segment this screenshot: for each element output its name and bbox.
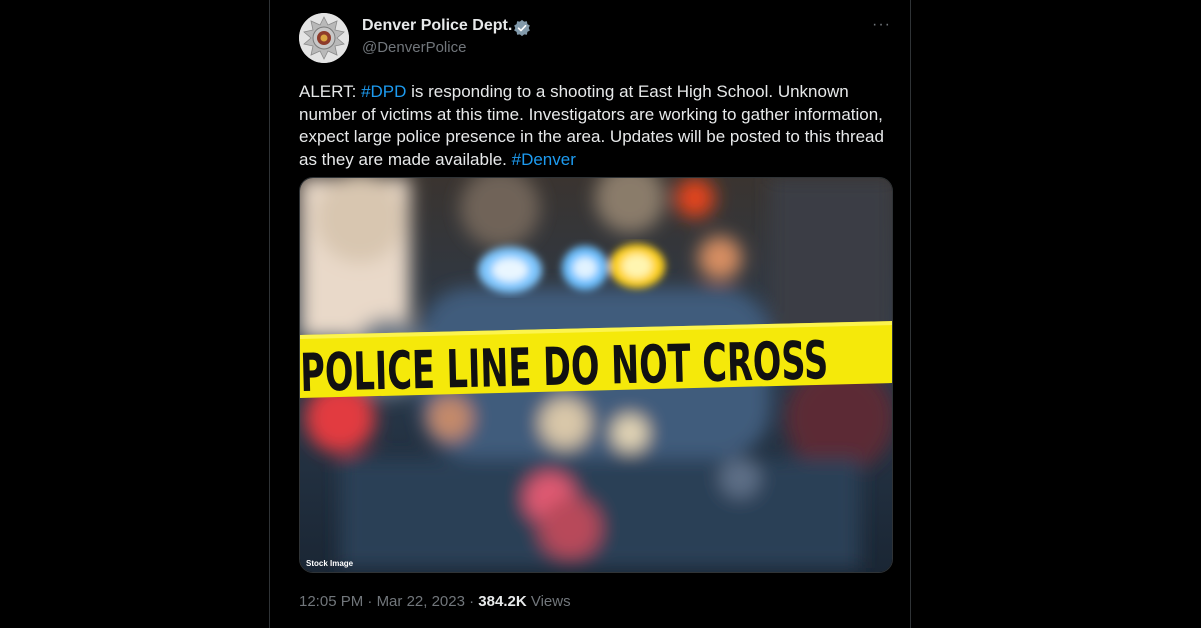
hashtag-link[interactable]: #DPD bbox=[361, 82, 406, 101]
author-display-name[interactable]: Denver Police Dept. bbox=[362, 17, 512, 35]
tweet-metadata: 12:05 PM · Mar 22, 2023 · 384.2K Views bbox=[299, 593, 571, 610]
timeline-left-border bbox=[269, 0, 270, 628]
more-options-button[interactable]: ··· bbox=[872, 16, 891, 34]
views-label: Views bbox=[530, 593, 571, 610]
meta-separator: · bbox=[367, 593, 373, 610]
police-tape-photo: POLICE LINE DO NOT CROSS bbox=[300, 178, 892, 572]
timeline-right-border bbox=[910, 0, 911, 628]
tweet-media-image[interactable]: POLICE LINE DO NOT CROSS Stock Image bbox=[299, 177, 893, 573]
views-count: 384.2K bbox=[478, 593, 527, 610]
avatar[interactable] bbox=[299, 13, 349, 63]
police-badge-icon bbox=[299, 13, 349, 63]
police-tape-text: POLICE LINE DO NOT CROSS bbox=[300, 331, 829, 405]
tweet-timestamp-time[interactable]: 12:05 PM bbox=[299, 593, 363, 610]
author-handle[interactable]: @DenverPolice bbox=[362, 39, 466, 56]
tweet-text-segment: ALERT: bbox=[299, 82, 362, 101]
tweet-text: ALERT: #DPD is responding to a shooting … bbox=[299, 81, 899, 171]
verified-badge-icon bbox=[514, 19, 530, 37]
tweet-timestamp-date[interactable]: Mar 22, 2023 bbox=[377, 593, 465, 610]
meta-separator: · bbox=[469, 593, 475, 610]
hashtag-link[interactable]: #Denver bbox=[512, 150, 576, 169]
stock-image-caption: Stock Image bbox=[306, 559, 354, 568]
